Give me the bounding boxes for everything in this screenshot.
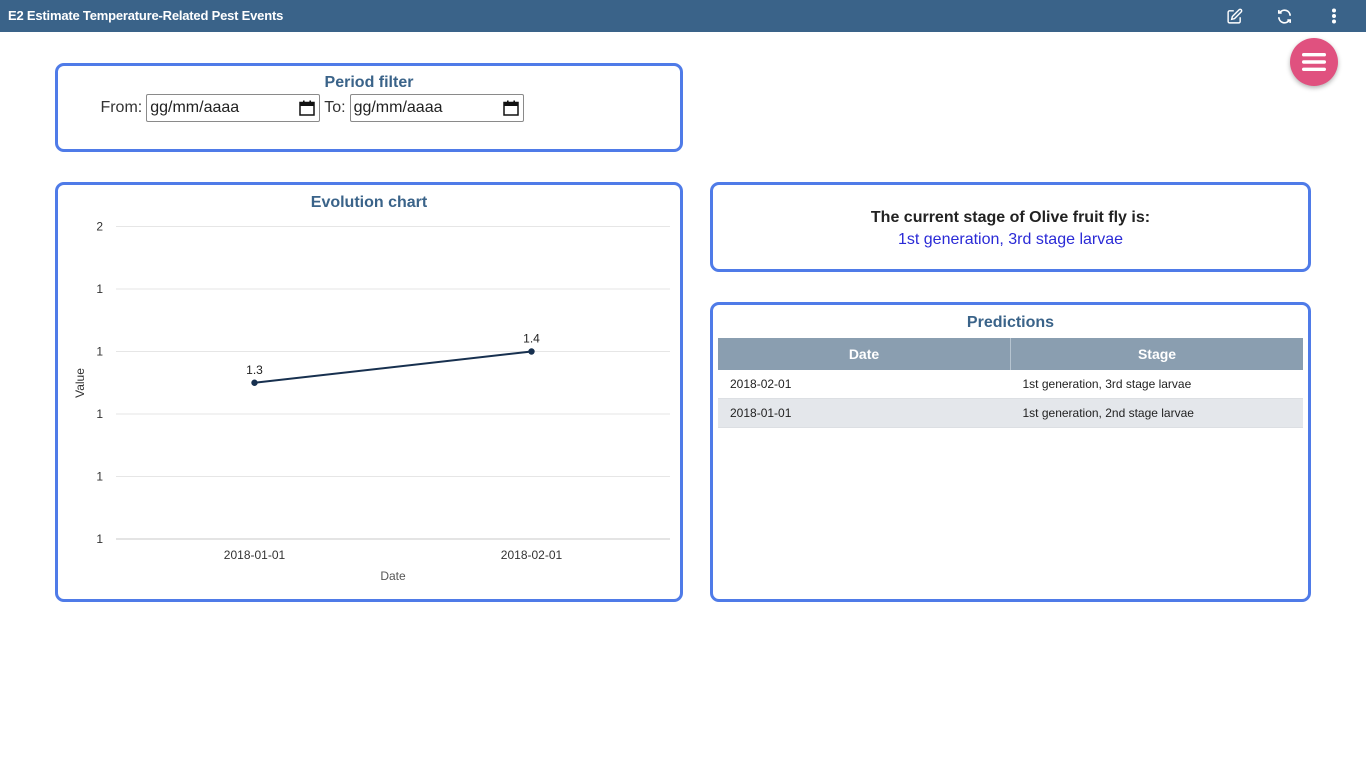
y-tick-label: 2: [96, 220, 103, 234]
edit-icon[interactable]: [1224, 6, 1244, 26]
column-header-stage[interactable]: Stage: [1011, 338, 1303, 370]
cell-stage: 1st generation, 3rd stage larvae: [1022, 377, 1192, 391]
data-label: 1.3: [246, 363, 263, 377]
refresh-icon[interactable]: [1274, 6, 1294, 26]
data-point: [251, 379, 258, 386]
data-label: 1.4: [523, 332, 540, 346]
app-header: E2 Estimate Temperature-Related Pest Eve…: [0, 0, 1366, 32]
column-header-date[interactable]: Date: [718, 338, 1011, 370]
current-stage-card: The current stage of Olive fruit fly is:…: [710, 182, 1311, 272]
cell-stage: 1st generation, 2nd stage larvae: [1022, 406, 1194, 420]
period-filter-title: Period filter: [324, 74, 414, 91]
menu-icon: [1302, 53, 1326, 71]
table-row[interactable]: 2018-02-01 1st generation, 3rd stage lar…: [718, 370, 1303, 399]
y-axis-label: Value: [73, 368, 87, 398]
from-date-placeholder: gg/mm/aaaa: [150, 99, 240, 116]
calendar-icon[interactable]: [502, 100, 519, 116]
period-filter-card: Period filter From: gg/mm/aaaa To: gg/mm…: [55, 63, 683, 152]
predictions-table: Date Stage 2018-02-01 1st generation, 3r…: [718, 338, 1303, 428]
current-stage-answer: 1st generation, 3rd stage larvae: [897, 231, 1124, 248]
y-tick-label: 1: [96, 407, 103, 421]
to-date-placeholder: gg/mm/aaaa: [353, 99, 443, 116]
y-tick-label: 1: [96, 282, 103, 296]
y-tick-label: 1: [96, 532, 103, 546]
calendar-icon[interactable]: [299, 100, 315, 116]
x-tick-label: 2018-02-01: [501, 548, 563, 562]
x-tick-label: 2018-01-01: [224, 548, 286, 562]
predictions-card: Predictions Date Stage 2018-02-01 1st ge…: [710, 302, 1311, 602]
y-tick-label: 1: [96, 470, 103, 484]
series-line: [254, 350, 532, 384]
table-row[interactable]: 2018-01-01 1st generation, 2nd stage lar…: [718, 399, 1303, 428]
y-tick-label: 1: [96, 345, 103, 359]
predictions-title: Predictions: [966, 314, 1055, 331]
data-point: [528, 348, 535, 355]
menu-fab-button[interactable]: [1290, 38, 1338, 86]
from-label: From:: [100, 99, 143, 116]
table-header: Date Stage: [718, 338, 1303, 370]
cell-date: 2018-01-01: [730, 406, 792, 420]
evolution-chart-card: Evolution chart 2 1 1 1 1 1 2018-01-01 2018-02-…: [55, 182, 683, 602]
x-axis-label: Date: [380, 569, 406, 583]
app-title: E2 Estimate Temperature-Related Pest Eve…: [8, 8, 284, 23]
period-filter-row: From: gg/mm/aaaa To: gg/mm/aaaa: [0, 94, 680, 122]
current-stage-question: The current stage of Olive fruit fly is:: [870, 209, 1151, 226]
more-vert-icon[interactable]: [1324, 6, 1344, 26]
from-date-input[interactable]: gg/mm/aaaa: [146, 94, 321, 122]
to-label: To:: [324, 99, 346, 116]
evolution-chart: 2 1 1 1 1 1 2018-01-01 2018-02-01 Date Value 1.3 1.…: [73, 220, 670, 583]
to-date-input[interactable]: gg/mm/aaaa: [349, 94, 524, 122]
cell-date: 2018-02-01: [730, 377, 792, 391]
